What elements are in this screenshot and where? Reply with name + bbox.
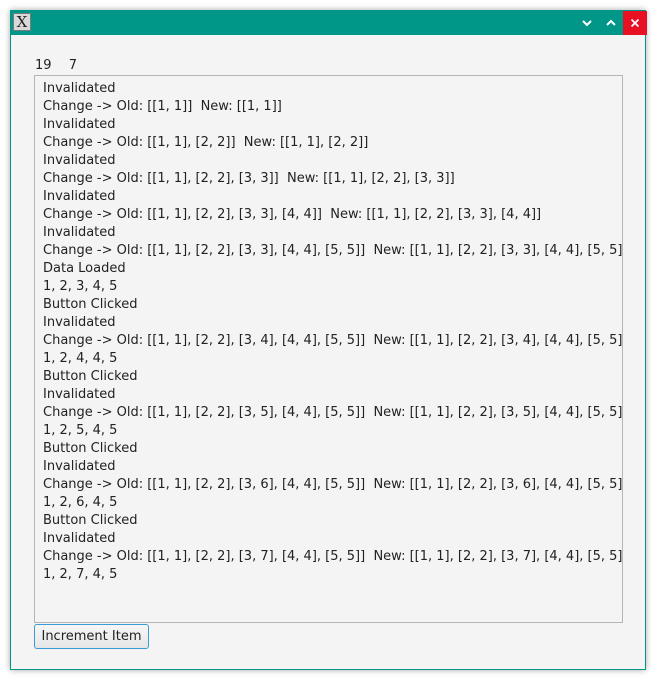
log-line: Button Clicked	[43, 297, 138, 312]
log-line: Change -> Old: [[1, 1], [2, 2], [3, 3]] …	[43, 171, 455, 186]
close-button[interactable]	[623, 11, 647, 35]
title-bar[interactable]: X	[11, 11, 647, 35]
log-line: Button Clicked	[43, 369, 138, 384]
minimize-button[interactable]	[575, 11, 599, 35]
log-line: Change -> Old: [[1, 1], [2, 2], [3, 3], …	[43, 207, 542, 222]
increment-item-button[interactable]: Increment Item	[34, 624, 149, 649]
log-line: Change -> Old: [[1, 1], [2, 2], [3, 6], …	[43, 477, 623, 492]
log-line: Invalidated	[43, 459, 116, 474]
log-line: Invalidated	[43, 153, 116, 168]
log-line: Change -> Old: [[1, 1], [2, 2], [3, 3], …	[43, 243, 623, 258]
log-line: Button Clicked	[43, 441, 138, 456]
log-line: 1, 2, 7, 4, 5	[43, 567, 118, 582]
log-line: 1, 2, 4, 4, 5	[43, 351, 118, 366]
log-line: Change -> Old: [[1, 1], [2, 2], [3, 7], …	[43, 549, 623, 564]
counter-first: 19	[35, 58, 52, 73]
log-line: Data Loaded	[43, 261, 126, 276]
log-line: 1, 2, 5, 4, 5	[43, 423, 118, 438]
log-text-area[interactable]: Invalidated Change -> Old: [[1, 1]] New: …	[34, 75, 623, 623]
counter-second: 7	[68, 58, 77, 73]
log-line: Button Clicked	[43, 513, 138, 528]
log-line: Change -> Old: [[1, 1]] New: [[1, 1]]	[43, 99, 282, 114]
chevron-up-icon	[606, 19, 616, 26]
close-icon	[630, 18, 640, 28]
log-line: Invalidated	[43, 117, 116, 132]
log-line: 1, 2, 6, 4, 5	[43, 495, 118, 510]
log-line: Change -> Old: [[1, 1], [2, 2], [3, 4], …	[43, 333, 623, 348]
log-line: Invalidated	[43, 531, 116, 546]
log-lines: Invalidated Change -> Old: [[1, 1]] New: …	[43, 80, 623, 584]
log-line: Change -> Old: [[1, 1], [2, 2]] New: [[1…	[43, 135, 369, 150]
maximize-button[interactable]	[599, 11, 623, 35]
log-line: Invalidated	[43, 315, 116, 330]
log-line: Invalidated	[43, 387, 116, 402]
log-line: Change -> Old: [[1, 1], [2, 2], [3, 5], …	[43, 405, 623, 420]
log-line: Invalidated	[43, 81, 116, 96]
log-line: 1, 2, 3, 4, 5	[43, 279, 118, 294]
app-window: X 19 7 Invalidated Change -> Old: [[1, 1]…	[10, 10, 647, 670]
log-line: Invalidated	[43, 225, 116, 240]
log-line: Invalidated	[43, 189, 116, 204]
chevron-down-icon	[582, 20, 592, 27]
counter-labels: 19 7	[35, 58, 77, 74]
app-icon: X	[13, 13, 31, 31]
